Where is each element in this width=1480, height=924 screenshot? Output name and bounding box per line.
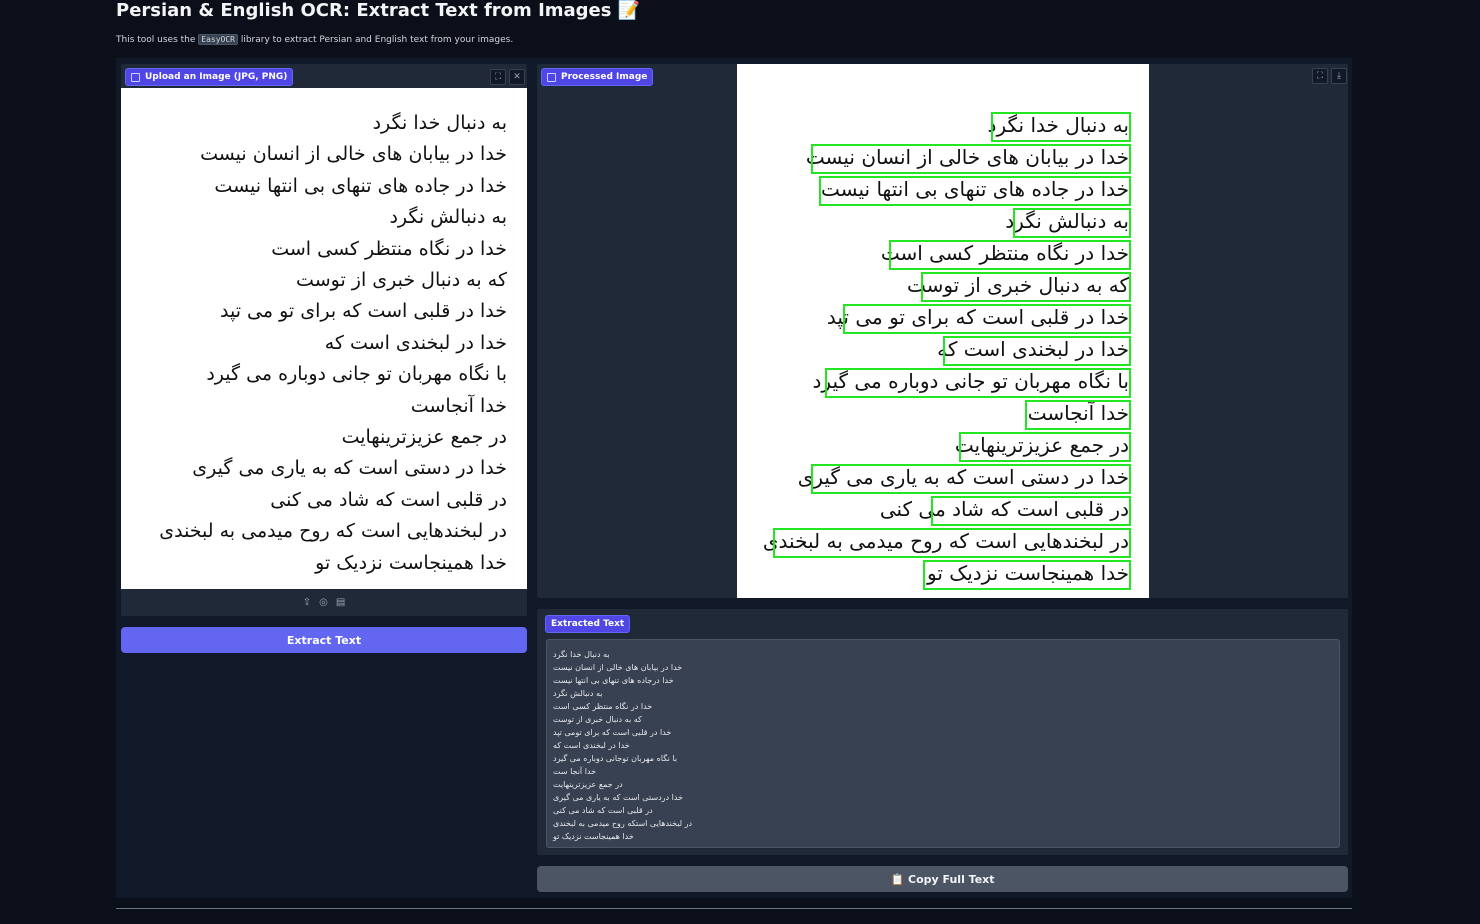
copy-full-text-button[interactable]: 📋 Copy Full Text xyxy=(537,866,1348,892)
detection-box xyxy=(923,560,1131,590)
extracted-line: به دنبالش نگرد xyxy=(553,689,603,698)
extracted-line: خدا در لبخندی است که xyxy=(553,741,630,750)
image-icon xyxy=(131,72,140,82)
detection-box xyxy=(991,112,1131,142)
upload-image-line: خدا همینجاست نزدیک تو xyxy=(315,551,507,574)
extracted-line: خدا در بیابان های خالی از انسان نیست xyxy=(553,663,683,672)
detection-box xyxy=(819,176,1131,206)
webcam-icon[interactable]: ◎ xyxy=(319,597,328,608)
extracted-line: به دنبال خدا نگرد xyxy=(553,650,610,659)
upload-icon[interactable]: ⇪ xyxy=(303,597,311,608)
uploaded-image: به دنبال خدا نگرد خدا در بیابان های خالی … xyxy=(121,88,527,589)
upload-label-text: Upload an Image (JPG, PNG) xyxy=(145,72,288,82)
upload-image-line: خدا در قلبی است که برای تو می تپد xyxy=(219,300,507,323)
detection-box xyxy=(843,304,1131,334)
page-description: This tool uses the EasyOCR library to ex… xyxy=(116,34,514,45)
detection-box xyxy=(931,496,1131,526)
extracted-label-text: Extracted Text xyxy=(551,619,625,629)
upload-image-line: که به دنبال خبری از توست xyxy=(296,269,507,291)
page-title: Persian & English OCR: Extract Text from… xyxy=(116,0,641,21)
extracted-label: Extracted Text xyxy=(545,615,631,633)
description-text-after: library to extract Persian and English t… xyxy=(237,35,514,45)
clipboard-icon[interactable]: ▤ xyxy=(336,597,345,608)
upload-image-line: خدا در لبخندی است که xyxy=(324,331,507,354)
extracted-line: خدا آنجا ست xyxy=(553,767,597,776)
extracted-line: خدا دردستی است که به یاری می گیری xyxy=(553,793,683,802)
detection-box xyxy=(773,528,1131,558)
upload-image-line: خدا در جاده های تنهای بی انتها نیست xyxy=(214,174,507,197)
fullscreen-icon[interactable]: ⛶ xyxy=(1312,68,1328,84)
extract-text-button[interactable]: Extract Text xyxy=(121,627,527,653)
upload-image-line: در لبخندهایی است که روح میدمی به لبخندی xyxy=(159,520,507,543)
upload-source-toolbar: ⇪ ◎ ▤ xyxy=(121,589,527,616)
upload-image-line: با نگاه مهربان تو جانی دوباره می گیرد xyxy=(206,363,507,386)
detection-box xyxy=(889,240,1131,270)
upload-image-line: در قلبی است که شاد می کنی xyxy=(270,488,507,511)
extracted-text-area[interactable]: به دنبال خدا نگرد خدا در بیابان های خالی … xyxy=(546,639,1340,848)
upload-image-line: خدا در دستی است که به یاری می گیری xyxy=(192,457,507,480)
extracted-line: خدا همینجاست نزدیک تو xyxy=(553,832,634,841)
extracted-line: در لبخندهایی استکه روح میدمی به لبخندی xyxy=(553,819,693,828)
close-icon[interactable]: ✕ xyxy=(509,69,525,85)
upload-image-line: به دنبالش نگرد xyxy=(389,206,507,229)
upload-label: Upload an Image (JPG, PNG) xyxy=(125,68,294,86)
detection-box xyxy=(1013,208,1131,238)
upload-corner-buttons: ⛶ ✕ xyxy=(490,69,525,85)
processed-corner-buttons: ⛶ ⤓ xyxy=(1312,68,1347,84)
processed-label-text: Processed Image xyxy=(561,72,648,82)
upload-image-line: در جمع عزیزترینهایت xyxy=(341,426,507,448)
extracted-line: خدا در قلبی است که برای تومی تپد xyxy=(553,728,672,737)
extracted-line: که به دنبال خبری از توست xyxy=(553,715,642,724)
detection-box xyxy=(1025,400,1131,430)
detection-box xyxy=(959,432,1131,462)
upload-image-line: به دنبال خدا نگرد xyxy=(372,112,507,134)
image-icon xyxy=(547,72,556,82)
detection-box xyxy=(921,272,1131,302)
extracted-line: خدا درجاده های تنهای بی انتها نیست xyxy=(553,676,674,685)
description-text-before: This tool uses the xyxy=(116,35,199,45)
extracted-line: خدا در نگاه منتظر کسی است xyxy=(553,702,653,711)
fullscreen-icon[interactable]: ⛶ xyxy=(490,69,506,85)
detection-box xyxy=(811,144,1131,174)
footer-divider xyxy=(116,908,1352,909)
detection-box xyxy=(943,336,1131,366)
upload-image-line: خدا آنجاست xyxy=(410,394,507,417)
library-name: EasyOCR xyxy=(198,34,238,45)
processed-image: به دنبال خدا نگرد خدا در بیابان های خالی … xyxy=(737,64,1149,598)
processed-label: Processed Image xyxy=(541,68,654,86)
extracted-line: در قلبی است که شاد می کنی xyxy=(553,806,653,815)
detection-box xyxy=(811,464,1131,494)
detection-box xyxy=(825,368,1131,398)
download-icon[interactable]: ⤓ xyxy=(1331,68,1347,84)
extracted-line: در جمع عزیزترینهایت xyxy=(553,780,623,789)
upload-image-line: خدا در نگاه منتظر کسی است xyxy=(271,237,507,260)
upload-image-line: خدا در بیابان های خالی از انسان نیست xyxy=(200,143,507,166)
extracted-line: با نگاه مهربان توجانی دوباره می گیرد xyxy=(553,754,678,763)
